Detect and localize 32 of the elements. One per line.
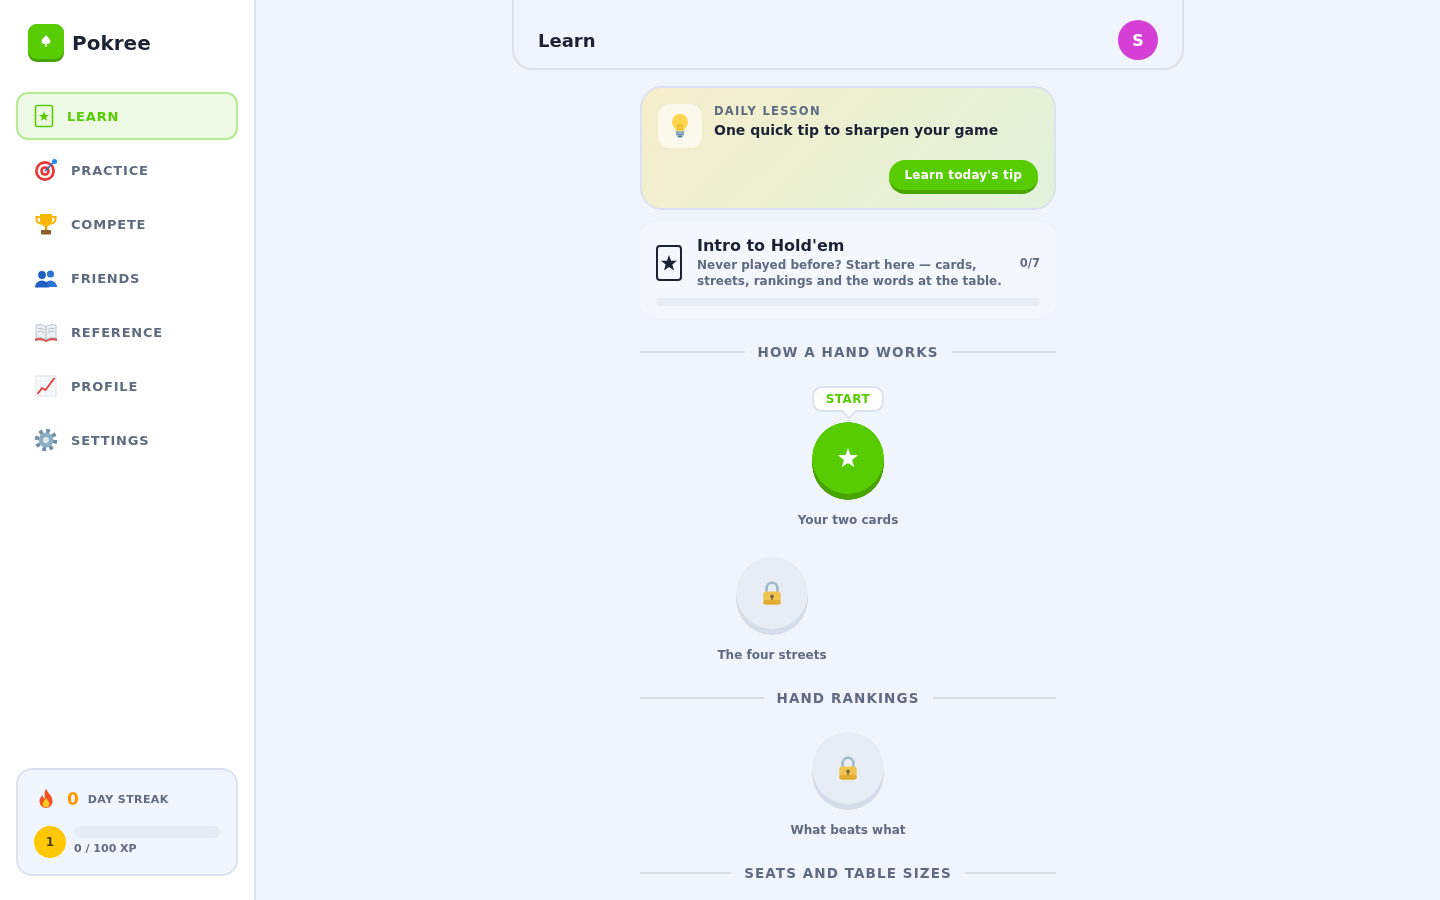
lesson-label: Your two cards	[797, 512, 899, 528]
nav-item[interactable]: REFERENCE	[16, 308, 238, 356]
card-eyebrow: DAILY LESSON	[714, 104, 822, 118]
nav-item[interactable]: FRIENDS	[16, 254, 238, 302]
gear-icon	[34, 428, 58, 452]
brand-name: Pokree	[72, 31, 151, 55]
streak-count: 0	[67, 789, 79, 809]
streak-label: DAY STREAK	[87, 792, 169, 806]
course-description: Never played before? Start here — cards, streets, rankings and the words at the table.	[697, 257, 1003, 289]
nav-item[interactable]: COMPETE	[16, 200, 238, 248]
lightbulb-icon	[658, 104, 702, 148]
nav-item[interactable]: PRACTICE	[16, 146, 238, 194]
avatar[interactable]: S	[1118, 20, 1158, 60]
page-title: Learn	[538, 29, 596, 51]
xp-reading: 0 / 100 XP	[74, 842, 138, 856]
course-title: Intro to Hold'em	[697, 236, 846, 256]
target-icon	[34, 158, 58, 182]
trophy-icon	[34, 212, 58, 236]
card-title: One quick tip to sharpen your game	[714, 121, 999, 139]
lesson-count: 0/7	[1019, 255, 1040, 270]
star-icon	[837, 447, 859, 469]
lesson-label: The four streets	[717, 647, 827, 663]
logo-icon	[28, 24, 64, 62]
section-title: SEATS AND TABLE SIZES	[744, 865, 952, 881]
nav-item[interactable]: SETTINGS	[16, 416, 238, 464]
callout-bubble: START	[812, 386, 884, 420]
section-title: HOW A HAND WORKS	[757, 344, 939, 360]
level-indicator: 1	[34, 826, 66, 858]
line-chart-icon	[34, 374, 58, 398]
lesson-label: What beats what	[790, 822, 906, 838]
section-title: HAND RANKINGS	[776, 690, 920, 706]
nav-item[interactable]: PROFILE	[16, 362, 238, 410]
